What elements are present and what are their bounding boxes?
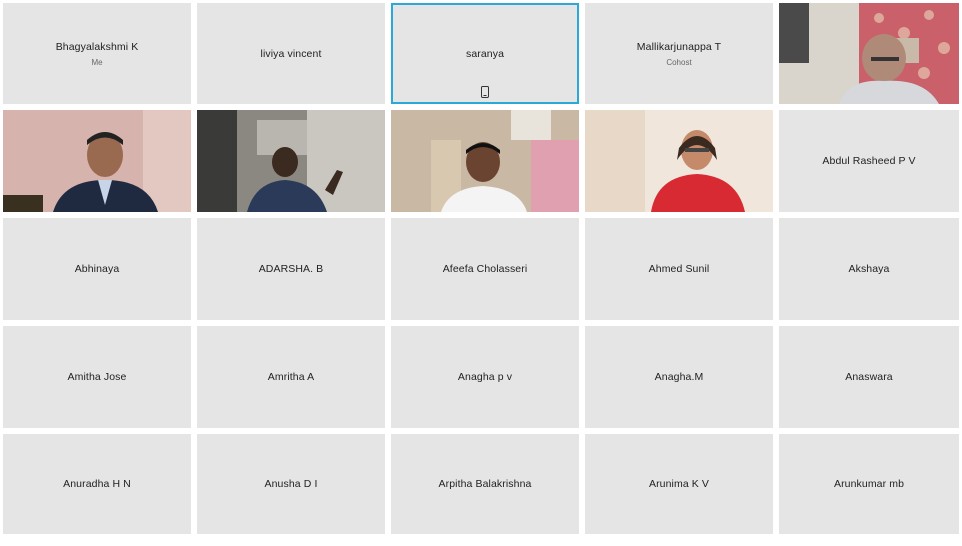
participant-name: Akshaya — [848, 263, 890, 275]
participant-name: Anaswara — [845, 371, 893, 383]
participant-name: ADARSHA. B — [258, 263, 324, 275]
participant-name: Anagha p v — [457, 371, 513, 383]
participant-name: Anuradha H N — [63, 478, 131, 490]
participant-tile[interactable]: Bhagyalakshmi K Me — [3, 3, 191, 104]
participant-role: Me — [91, 57, 103, 67]
participant-video-tile[interactable] — [779, 3, 959, 104]
participant-video-feed — [3, 110, 191, 212]
participant-name: Arunima K V — [648, 478, 710, 490]
participant-tile[interactable]: Arunkumar mb — [779, 434, 959, 534]
participant-tile[interactable]: Akshaya — [779, 218, 959, 320]
participant-video-tile[interactable] — [585, 110, 773, 212]
participant-tile[interactable]: Anagha.M — [585, 326, 773, 428]
participant-tile[interactable]: Afeefa Cholasseri — [391, 218, 579, 320]
participant-name: Afeefa Cholasseri — [442, 263, 528, 275]
participant-role: Cohost — [666, 57, 692, 67]
participant-video-feed — [779, 3, 959, 104]
participant-video-feed — [391, 110, 579, 212]
participant-video-tile[interactable] — [391, 110, 579, 212]
participant-name: Anusha D I — [264, 478, 318, 490]
participant-name: Abhinaya — [74, 263, 120, 275]
participant-name: Arunkumar mb — [833, 478, 905, 490]
participant-video-feed — [197, 110, 385, 212]
participant-name: Ahmed Sunil — [648, 263, 710, 275]
participant-tile-active-speaker[interactable]: saranya — [391, 3, 579, 104]
participant-name: Abdul Rasheed P V — [822, 155, 916, 167]
participant-name: saranya — [465, 47, 505, 60]
participant-tile[interactable]: Mallikarjunappa T Cohost — [585, 3, 773, 104]
participant-tile[interactable]: liviya vincent — [197, 3, 385, 104]
participant-tile[interactable]: Anusha D I — [197, 434, 385, 534]
participant-video-feed — [585, 110, 773, 212]
participant-tile[interactable]: ADARSHA. B — [197, 218, 385, 320]
mobile-device-icon — [481, 86, 489, 98]
participant-name: Bhagyalakshmi K — [55, 40, 139, 53]
participant-tile[interactable]: Anuradha H N — [3, 434, 191, 534]
participant-name: Arpitha Balakrishna — [438, 478, 532, 490]
participant-tile[interactable]: Amitha Jose — [3, 326, 191, 428]
participant-tile[interactable]: Abhinaya — [3, 218, 191, 320]
participant-tile[interactable]: Abdul Rasheed P V — [779, 110, 959, 212]
participant-gallery: Bhagyalakshmi K Me liviya vincent sarany… — [0, 0, 962, 546]
participant-name: liviya vincent — [260, 47, 322, 60]
participant-tile[interactable]: Anaswara — [779, 326, 959, 428]
participant-name: Anagha.M — [654, 371, 704, 383]
participant-tile[interactable]: Amritha A — [197, 326, 385, 428]
participant-name: Mallikarjunappa T — [636, 40, 722, 53]
participant-video-tile[interactable] — [197, 110, 385, 212]
participant-tile[interactable]: Ahmed Sunil — [585, 218, 773, 320]
participant-name: Amitha Jose — [67, 371, 127, 383]
participant-tile[interactable]: Arunima K V — [585, 434, 773, 534]
participant-tile[interactable]: Anagha p v — [391, 326, 579, 428]
participant-video-tile[interactable] — [3, 110, 191, 212]
participant-tile[interactable]: Arpitha Balakrishna — [391, 434, 579, 534]
participant-name: Amritha A — [267, 371, 315, 383]
